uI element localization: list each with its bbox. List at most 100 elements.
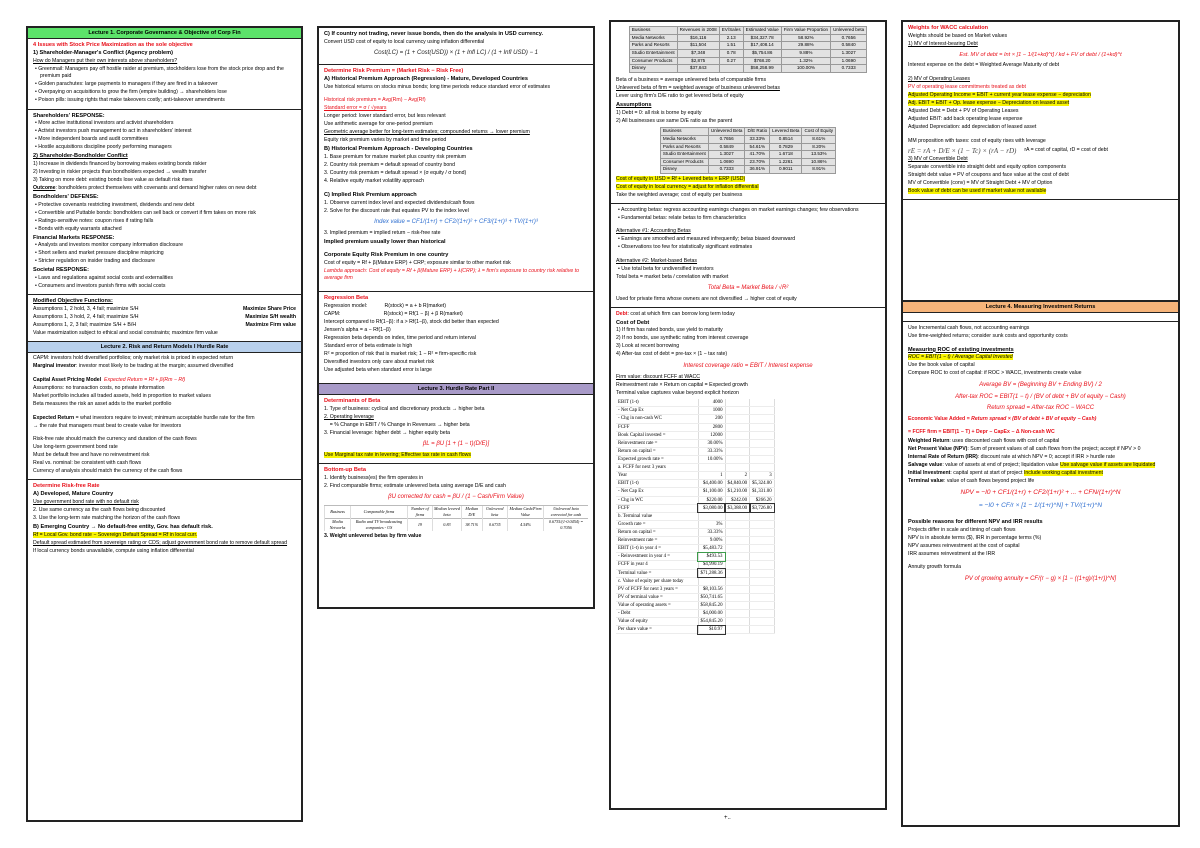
average-bv-formula: Average BV = (Beginning BV + Ending BV) … [979, 381, 1102, 388]
capm-text: Beta measures the risk an asset adds to … [33, 401, 172, 408]
table-cell: Radio and TV broadcasting companies - US [350, 518, 408, 532]
capm-formula: Expected Return = Rf + β(Rm − Rf) [104, 377, 186, 383]
column-4-lower: Lecture 4. Measuring Investment Returns … [901, 300, 1180, 827]
bottom-up-text: 1. Identify business(es) the firm operat… [324, 474, 424, 481]
table-cell: Consumer Products [628, 56, 678, 66]
dcf-label-cell: - Net Cap Ex [616, 487, 699, 497]
list-item: IRR assumes reinvestment at the IRR [908, 550, 996, 557]
table-cell: Disney [628, 64, 678, 73]
table-cell: 100.00% [780, 64, 832, 73]
dcf-section-title: b. Terminal value [616, 512, 775, 521]
dcf-value-cell: $4,840.00 [725, 479, 751, 489]
table-header: Cost of Equity [801, 127, 837, 136]
dcf-value-cell: $3,388.00 [724, 503, 751, 514]
capm-text: Market portfolio includes all traded ass… [33, 393, 211, 400]
regression-text: Standard error of beta estimate is high [324, 342, 413, 349]
list-item: Short sellers and market pressure discip… [33, 250, 296, 258]
empty-section [903, 313, 1178, 323]
table-row: - Net Cap Ex $1,100.00 $1,210.00 $1,331.00 [616, 487, 775, 497]
inflation-formula: Cost(LC) = (1 + Cost(USD)) × (1 + Infl L… [373, 50, 539, 57]
table-cell: 0.7829 [769, 142, 803, 152]
bondholder-outcome: Outcome: bondholders protect themselves … [33, 185, 296, 193]
dcf-value-cell [749, 439, 775, 448]
table-cell: 0.78 [718, 48, 744, 58]
dcf-value-cell [725, 439, 751, 448]
after-tax-roc-formula: After-tax ROC = EBIT(1 − t) / (BV of deb… [955, 393, 1126, 400]
table-header: Estimated Value [742, 26, 782, 35]
table-header: Unlevered beta [481, 505, 508, 519]
regression-text: Regression beta depends on index, time p… [324, 334, 476, 341]
expected-label: Expected Return [33, 414, 75, 421]
beta-text: Lever using firm's D/E ratio to get leve… [616, 93, 744, 99]
roc-text: Compare ROC to cost of capital: if ROC >… [908, 370, 1082, 377]
wacc-title: Weights for WACC calculation [908, 25, 989, 31]
implied-premium-note: Implied premium usually lower than histo… [324, 238, 446, 245]
coe-note: Take the weighted average; cost of equit… [616, 192, 743, 199]
bond-response-title: Bondholders' DEFENSE: [33, 193, 99, 200]
dcf-intro: Firm value: discount FCFF at WACC [616, 373, 700, 380]
dcf-label-cell: PV of FCFF for next 3 years = [616, 585, 699, 594]
table-cell: Parks and Resorts [628, 41, 678, 50]
npv-line: Initial Investment: capital spent at sta… [908, 469, 1173, 478]
erp-historical-text: Use historical returns on stocks minus b… [324, 83, 551, 90]
dcf-value-cell [749, 528, 775, 538]
usd-analysis-section: C) If country not trading, never issue b… [319, 28, 593, 65]
modified-row: Assumptions 1, 2, 3 fail; maximize S/H +… [33, 322, 296, 330]
business-value-table: Business Revenues in 2008 EV/Sales Estim… [628, 26, 868, 73]
table-row: PV of terminal value = $50,741.65 [616, 593, 775, 602]
dcf-value-cell [749, 585, 775, 594]
roc-highlight: ROC = EBIT(1 − t) / Average Capital Inve… [908, 354, 1013, 361]
list-item: Poison pills: issuing rights that make t… [33, 97, 296, 105]
dcf-value-cell: $58,845.20 [698, 601, 726, 611]
erp-note: Equity risk premium varies by market and… [324, 137, 447, 144]
bottom-up-title: Bottom-up Beta [324, 467, 366, 474]
dcf-value-cell [749, 560, 775, 570]
riskfree-note: Use long-term government bond rate [33, 444, 118, 451]
list-item: 1. Base premium for mature market plus c… [324, 153, 467, 160]
country-risk-text: Cost of equity = Rf + β(Mature ERP) + CR… [324, 259, 511, 266]
table-cell: 0.27 [718, 56, 744, 66]
table-cell: 8.91% [801, 165, 837, 175]
list-item: 4) After-tax cost of debt = pre-tax × (1… [616, 351, 728, 358]
table-cell: 29.88% [780, 41, 832, 50]
table-header: Comparable firms [350, 505, 408, 519]
dcf-value-cell: $493.53 [696, 551, 727, 562]
fcff-formula: = FCFF firm = EBIT(1 − T) + Depr − CapEx… [908, 429, 1055, 436]
society-title: Societal RESPONSE: [33, 267, 89, 274]
list-item: 2) All businesses use same D/E ratio as … [616, 117, 733, 124]
dcf-value-cell [725, 593, 751, 602]
table-cell: Media Networks [628, 33, 678, 43]
table-header: Business [323, 505, 351, 519]
table-cell: 1.3027 [707, 150, 746, 159]
issues-title: 4 Issues with Stock Price Maximization a… [33, 42, 193, 49]
table-row: - Chg in non-cash WC 200 [616, 414, 775, 424]
table-row: Value of operating assets = $58,845.20 [616, 601, 775, 611]
modified-row-condition: Assumptions 1, 2 hold, 3, 4 fail; maximi… [33, 305, 139, 312]
table-header: Levered Beta [769, 127, 803, 136]
dcf-label-cell: Reinvestment rate = [616, 536, 699, 546]
emerging-text: Default spread estimated from sovereign … [33, 539, 288, 546]
table-cell: $2,875 [676, 56, 720, 66]
debt-title: Debt [616, 310, 628, 317]
erp-section: Determine Risk Premium = (Market Risk − … [319, 65, 593, 293]
dcf-value-cell: 30.00% [698, 439, 726, 448]
dcf-value-cell [725, 552, 751, 562]
dcf-label-cell: PV of terminal value = [616, 593, 699, 602]
modified-row-condition: Assumptions 1, 2, 3 fail; maximize S/H +… [33, 321, 137, 328]
emerging-text: If local currency bonds unavailable, com… [33, 547, 194, 554]
table-cell: 0.7333 [830, 64, 868, 73]
table-cell: 1.51 [718, 41, 744, 50]
table-row: Year 1 2 3 [616, 471, 775, 481]
table-cell: 0.5840 [830, 41, 868, 50]
accounting-beta-title: Alternative #1: Accounting Betas [616, 228, 691, 235]
usd-analysis-title: C) If country not trading, never issue b… [324, 31, 544, 37]
erp-historical-title: A) Historical Premium Approach (Regressi… [324, 75, 529, 82]
table-row: Terminal value = $71,288.36 [616, 568, 775, 579]
table-cell: $58,258.99 [742, 64, 782, 73]
beta-text: Unlevered beta of firm = weighted averag… [616, 84, 780, 91]
list-item: Use total beta for undiversified investo… [616, 266, 880, 274]
dcf-label-cell: Return on capital = [616, 528, 699, 538]
dcf-label-cell: Per share value = [616, 625, 699, 635]
return-spread-formula: Return spread = After-tax ROC − WACC [986, 405, 1095, 412]
dcf-value-cell [749, 601, 775, 611]
